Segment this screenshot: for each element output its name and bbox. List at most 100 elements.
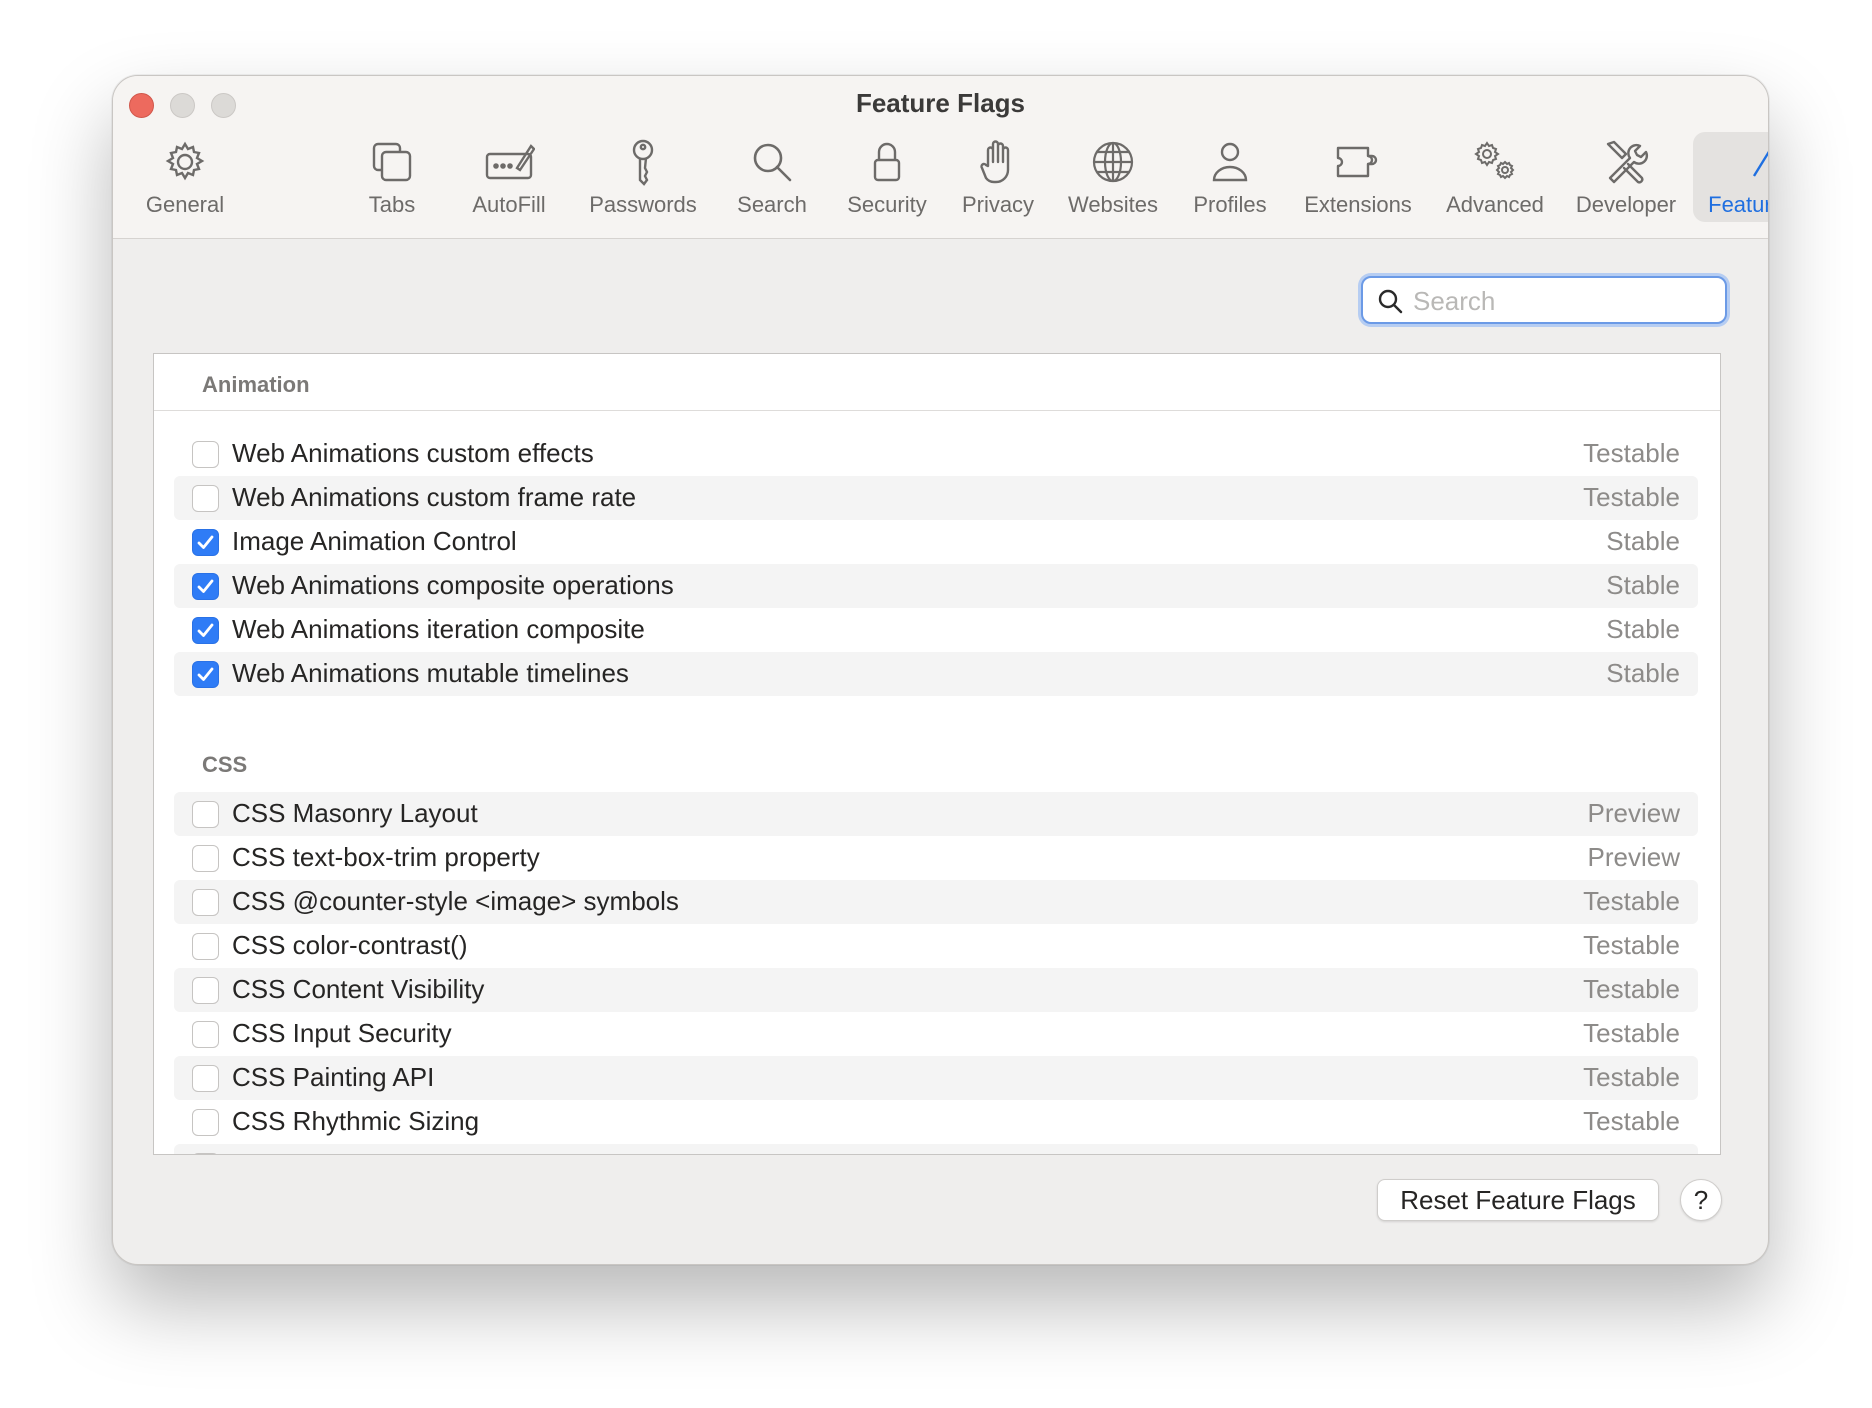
preferences-tabs: General Tabs AutoFill Passwords Search S… bbox=[113, 132, 1768, 232]
flag-status: Testable bbox=[1583, 1018, 1680, 1048]
flag-status: Stable bbox=[1606, 614, 1680, 644]
gear-icon bbox=[159, 136, 211, 188]
flag-row[interactable]: Web Animations composite operations Stab… bbox=[174, 564, 1698, 608]
globe-icon bbox=[1087, 136, 1139, 188]
flag-status: Stable bbox=[1606, 570, 1680, 600]
flag-name: CSS Input Security bbox=[232, 1018, 452, 1048]
flag-status: Testable bbox=[1583, 974, 1680, 1004]
tab-label: Passwords bbox=[589, 192, 697, 217]
toolbar: Feature Flags General Tabs AutoFill Pass… bbox=[113, 76, 1768, 239]
search-field[interactable] bbox=[1361, 276, 1727, 324]
flag-status: Testable bbox=[1583, 1062, 1680, 1092]
flag-checkbox[interactable] bbox=[192, 661, 219, 688]
flag-row[interactable]: Image Animation Control Stable bbox=[174, 520, 1698, 564]
tab-label: Advanced bbox=[1446, 192, 1544, 217]
tab-label: General bbox=[145, 192, 225, 217]
reset-feature-flags-button[interactable]: Reset Feature Flags bbox=[1377, 1179, 1659, 1221]
flag-row[interactable]: CSS Painting API Testable bbox=[174, 1056, 1698, 1100]
tab-tabs[interactable]: Tabs bbox=[357, 132, 427, 222]
flag-checkbox[interactable] bbox=[192, 889, 219, 916]
flag-name: CSS Painting API bbox=[232, 1062, 435, 1092]
tab-developer[interactable]: Developer bbox=[1569, 132, 1683, 222]
flag-status: Testable bbox=[1583, 438, 1680, 468]
flag-row[interactable]: CSS color-contrast() Testable bbox=[174, 924, 1698, 968]
flag-status: Preview bbox=[1587, 842, 1680, 872]
flag-status: Testable bbox=[1583, 886, 1680, 916]
flag-name: Web Animations mutable timelines bbox=[232, 658, 629, 688]
feature-flags-list[interactable]: Animation Web Animations custom effects … bbox=[153, 353, 1721, 1155]
tab-profiles[interactable]: Profiles bbox=[1183, 132, 1277, 222]
flag-checkbox[interactable] bbox=[192, 1021, 219, 1048]
flag-status: Testable bbox=[1583, 1106, 1680, 1136]
flag-checkbox[interactable] bbox=[192, 529, 219, 556]
tab-advanced[interactable]: Advanced bbox=[1435, 132, 1555, 222]
section-title-css: CSS bbox=[202, 752, 248, 777]
flag-checkbox[interactable] bbox=[192, 1153, 219, 1154]
tab-extensions[interactable]: Extensions bbox=[1293, 132, 1423, 222]
search-icon bbox=[1378, 289, 1403, 314]
flag-name: Web Animations custom effects bbox=[232, 438, 594, 468]
tab-passwords[interactable]: Passwords bbox=[583, 132, 703, 222]
tab-label: Websites bbox=[1067, 192, 1159, 217]
flag-row-partial[interactable] bbox=[174, 1144, 1698, 1154]
flag-row[interactable]: CSS Content Visibility Testable bbox=[174, 968, 1698, 1012]
flag-row[interactable]: CSS @counter-style <image> symbols Testa… bbox=[174, 880, 1698, 924]
checkmark-icon bbox=[197, 623, 214, 637]
lock-icon bbox=[861, 136, 913, 188]
tab-label: Security bbox=[847, 192, 927, 217]
autofill-icon bbox=[483, 136, 536, 188]
key-icon bbox=[617, 136, 669, 188]
person-icon bbox=[1204, 136, 1256, 188]
flag-checkbox[interactable] bbox=[192, 1065, 219, 1092]
flag-status: Preview bbox=[1587, 798, 1680, 828]
flag-row[interactable]: CSS Rhythmic Sizing Testable bbox=[174, 1100, 1698, 1144]
tabs-icon bbox=[366, 136, 418, 188]
flag-checkbox[interactable] bbox=[192, 1109, 219, 1136]
tab-privacy[interactable]: Privacy bbox=[953, 132, 1043, 222]
tab-label: Tabs bbox=[368, 192, 416, 217]
flag-checkbox[interactable] bbox=[192, 845, 219, 872]
flag-row[interactable]: Web Animations custom effects Testable bbox=[174, 432, 1698, 476]
flag-row[interactable]: Web Animations mutable timelines Stable bbox=[174, 652, 1698, 696]
tab-general[interactable]: General bbox=[135, 132, 235, 222]
preferences-window: Feature Flags General Tabs AutoFill Pass… bbox=[112, 75, 1769, 1265]
window-title: Feature Flags bbox=[855, 88, 1026, 118]
tab-label: Feature Flags bbox=[1708, 192, 1768, 217]
flag-name: CSS @counter-style <image> symbols bbox=[232, 886, 679, 916]
tab-security[interactable]: Security bbox=[837, 132, 937, 222]
tab-label: Search bbox=[737, 192, 807, 217]
tab-autofill[interactable]: AutoFill bbox=[459, 132, 559, 222]
flag-name: CSS Content Visibility bbox=[232, 974, 485, 1004]
flag-row[interactable]: CSS Input Security Testable bbox=[174, 1012, 1698, 1056]
checkmark-icon bbox=[197, 667, 214, 681]
flag-checkbox[interactable] bbox=[192, 977, 219, 1004]
flag-checkbox[interactable] bbox=[192, 573, 219, 600]
flag-name: CSS Masonry Layout bbox=[232, 798, 478, 828]
help-button[interactable]: ? bbox=[1680, 1179, 1722, 1221]
hand-icon bbox=[972, 136, 1024, 188]
flag-row[interactable]: CSS Masonry Layout Preview bbox=[174, 792, 1698, 836]
flag-name: Image Animation Control bbox=[232, 526, 517, 556]
flag-checkbox[interactable] bbox=[192, 933, 219, 960]
flag-checkbox[interactable] bbox=[192, 617, 219, 644]
flag-row[interactable]: Web Animations iteration composite Stabl… bbox=[174, 608, 1698, 652]
tab-websites[interactable]: Websites bbox=[1061, 132, 1165, 222]
checkmark-icon bbox=[197, 535, 214, 549]
tab-search[interactable]: Search bbox=[727, 132, 817, 222]
flag-checkbox[interactable] bbox=[192, 485, 219, 512]
tab-label: Extensions bbox=[1304, 192, 1412, 217]
tab-feature-flags[interactable]: Feature Flags bbox=[1693, 132, 1768, 222]
flag-status: Stable bbox=[1606, 526, 1680, 556]
flag-status: Testable bbox=[1583, 482, 1680, 512]
flag-row[interactable]: CSS text-box-trim property Preview bbox=[174, 836, 1698, 880]
flag-status: Testable bbox=[1583, 930, 1680, 960]
flags-icon bbox=[1750, 136, 1768, 188]
search-input[interactable] bbox=[1413, 284, 1713, 318]
gears-icon bbox=[1469, 136, 1521, 188]
puzzle-icon bbox=[1332, 136, 1384, 188]
flag-checkbox[interactable] bbox=[192, 801, 219, 828]
flag-checkbox[interactable] bbox=[192, 441, 219, 468]
flag-status: Stable bbox=[1606, 658, 1680, 688]
flag-row[interactable]: Web Animations custom frame rate Testabl… bbox=[174, 476, 1698, 520]
flag-name: CSS text-box-trim property bbox=[232, 842, 540, 872]
